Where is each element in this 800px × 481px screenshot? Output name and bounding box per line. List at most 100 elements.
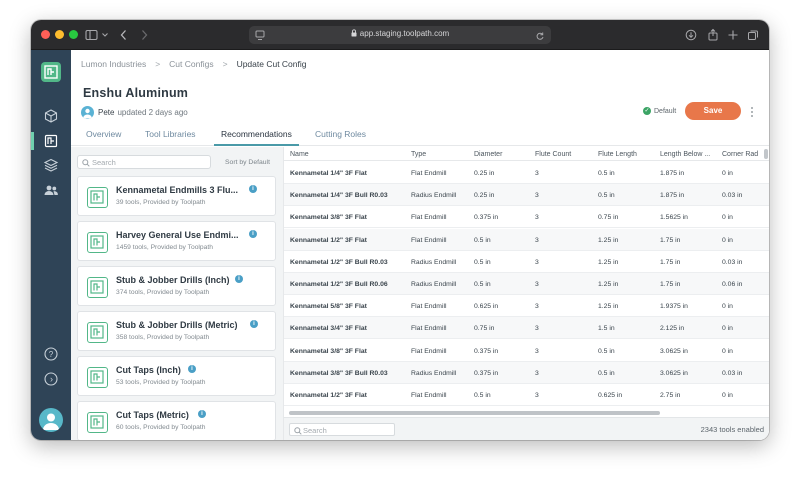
breadcrumb-item[interactable]: Lumon Industries <box>81 59 146 69</box>
table-cell: 3 <box>535 325 539 333</box>
column-header[interactable]: Corner Rad <box>722 151 758 158</box>
table-cell: 2.75 in <box>660 392 681 399</box>
breadcrumb-item[interactable]: Cut Configs <box>169 59 213 69</box>
table-cell: 0.375 in <box>474 214 499 222</box>
download-icon[interactable] <box>685 26 697 44</box>
table-search-placeholder: Search <box>303 426 327 435</box>
table-row[interactable]: Kennametal 1/4" 3F Bull R0.03 Radius Endm… <box>284 184 769 207</box>
layers-icon[interactable] <box>43 157 59 173</box>
library-card[interactable]: Stub & Jobber Drills (Metric) i 358 tools,… <box>77 311 276 351</box>
library-icon <box>87 412 108 433</box>
save-button[interactable]: Save <box>685 102 741 120</box>
table-cell: 0 in <box>722 236 733 244</box>
table-cell: 1.75 in <box>660 281 681 288</box>
cube-icon[interactable] <box>43 108 59 124</box>
library-card[interactable]: Kennametal Endmills 3 Flu... i 39 tools, P… <box>77 176 276 216</box>
users-icon[interactable] <box>43 182 59 198</box>
table-cell: Kennametal 1/2" 3F Bull R0.06 <box>290 281 388 288</box>
table-cell: 0.25 in <box>474 192 495 200</box>
table-cell: 3 <box>535 392 539 399</box>
table-row[interactable]: Kennametal 3/4" 3F Flat Flat Endmill 0.75 … <box>284 317 769 340</box>
table-cell: 3 <box>535 236 539 244</box>
library-meta: 53 tools, Provided by Toolpath <box>116 379 206 386</box>
column-header[interactable]: Length Below ... <box>660 151 710 158</box>
table-cell: Kennametal 1/4" 3F Bull R0.03 <box>290 192 388 200</box>
info-icon[interactable]: i <box>249 230 257 238</box>
config-icon[interactable] <box>43 133 59 149</box>
tab-tool-libraries[interactable]: Tool Libraries <box>145 129 196 139</box>
table-cell: 3 <box>535 214 539 222</box>
table-row[interactable]: Kennametal 1/2" 3F Flat Flat Endmill 0.5 i… <box>284 228 769 251</box>
user-avatar[interactable] <box>39 408 63 432</box>
tab-recommendations[interactable]: Recommendations <box>221 129 292 139</box>
table-row[interactable]: Kennametal 1/2" 3F Bull R0.06 Radius Endm… <box>284 273 769 295</box>
column-header[interactable]: Name <box>290 151 309 158</box>
table-row[interactable]: Kennametal 1/4" 3F Flat Flat Endmill 0.25 … <box>284 162 769 184</box>
expand-icon[interactable]: › <box>43 371 59 387</box>
library-card[interactable]: Stub & Jobber Drills (Inch) i 374 tools, P… <box>77 266 276 306</box>
table-cell: 3 <box>535 170 539 177</box>
app-sidebar: ? › <box>31 50 71 440</box>
sidebar-toggle-icon[interactable] <box>85 26 99 44</box>
table-cell: Flat Endmill <box>411 392 447 399</box>
column-header[interactable]: Flute Length <box>598 151 637 158</box>
zoom-window-button[interactable] <box>69 30 78 39</box>
info-icon[interactable]: i <box>235 275 243 283</box>
library-card[interactable]: Cut Taps (Inch) i 53 tools, Provided by To… <box>77 356 276 396</box>
table-row[interactable]: Kennametal 3/8" 3F Flat Flat Endmill 0.375… <box>284 206 769 229</box>
library-card[interactable]: Harvey General Use Endmi... i 1459 tools, … <box>77 221 276 261</box>
library-card[interactable]: Cut Taps (Metric) i 60 tools, Provided by … <box>77 401 276 440</box>
table-row[interactable]: Kennametal 1/2" 3F Flat Flat Endmill 0.5 i… <box>284 384 769 406</box>
info-icon[interactable]: i <box>198 410 206 418</box>
table-cell: 0 in <box>722 392 733 399</box>
minimize-window-button[interactable] <box>55 30 64 39</box>
new-tab-icon[interactable] <box>727 26 739 44</box>
sort-dropdown[interactable]: Sort by Default <box>225 159 270 166</box>
address-bar[interactable]: app.staging.toolpath.com <box>249 26 551 44</box>
table-cell: Kennametal 3/8" 3F Bull R0.03 <box>290 369 388 377</box>
table-cell: 0.5 in <box>598 347 615 355</box>
info-icon[interactable]: i <box>188 365 196 373</box>
horizontal-scrollbar[interactable] <box>289 411 660 415</box>
table-cell: 0.75 in <box>598 214 619 222</box>
share-icon[interactable] <box>707 26 719 44</box>
info-icon[interactable]: i <box>250 320 258 328</box>
info-icon[interactable]: i <box>249 185 257 193</box>
table-cell: Radius Endmill <box>411 281 457 288</box>
back-icon[interactable] <box>119 26 129 44</box>
table-cell: 3 <box>535 281 539 288</box>
library-meta: 358 tools, Provided by Toolpath <box>116 334 210 341</box>
more-options-icon[interactable] <box>749 105 755 119</box>
tab-overview-icon[interactable] <box>747 26 759 44</box>
help-icon[interactable]: ? <box>43 346 59 362</box>
table-row[interactable]: Kennametal 3/8" 3F Bull R0.03 Radius Endm… <box>284 361 769 384</box>
table-row[interactable]: Kennametal 3/8" 3F Flat Flat Endmill 0.375… <box>284 340 769 362</box>
column-header[interactable]: Flute Count <box>535 151 571 158</box>
table-row[interactable]: Kennametal 1/2" 3F Bull R0.03 Radius Endm… <box>284 251 769 273</box>
tab-overview[interactable]: Overview <box>86 129 121 139</box>
table-cell: 0.25 in <box>474 170 495 177</box>
table-cell: 1.25 in <box>598 236 619 244</box>
table-search-input[interactable]: Search <box>289 423 395 436</box>
column-header[interactable]: Diameter <box>474 151 502 158</box>
forward-icon[interactable] <box>139 26 149 44</box>
table-row[interactable]: Kennametal 5/8" 3F Flat Flat Endmill 0.625… <box>284 295 769 318</box>
library-search-input[interactable]: Search <box>77 155 211 169</box>
table-cell: 1.875 in <box>660 192 685 200</box>
table-cell: Radius Endmill <box>411 369 457 377</box>
table-cell: 0.5 in <box>474 258 491 266</box>
close-window-button[interactable] <box>41 30 50 39</box>
library-meta: 1459 tools, Provided by Toolpath <box>116 244 213 251</box>
reload-icon[interactable] <box>535 29 545 47</box>
library-name: Stub & Jobber Drills (Inch) <box>116 275 230 285</box>
svg-text:›: › <box>50 374 53 384</box>
table-cell: Flat Endmill <box>411 347 447 355</box>
library-icon <box>87 187 108 208</box>
url-label: app.staging.toolpath.com <box>359 29 450 38</box>
breadcrumb: Lumon Industries > Cut Configs > Update Cut … <box>81 59 307 69</box>
tab-cutting-roles[interactable]: Cutting Roles <box>315 129 366 139</box>
logo-icon[interactable] <box>41 62 61 82</box>
chevron-down-icon[interactable] <box>101 26 109 44</box>
vertical-scrollbar[interactable] <box>764 149 768 159</box>
column-header[interactable]: Type <box>411 151 426 158</box>
